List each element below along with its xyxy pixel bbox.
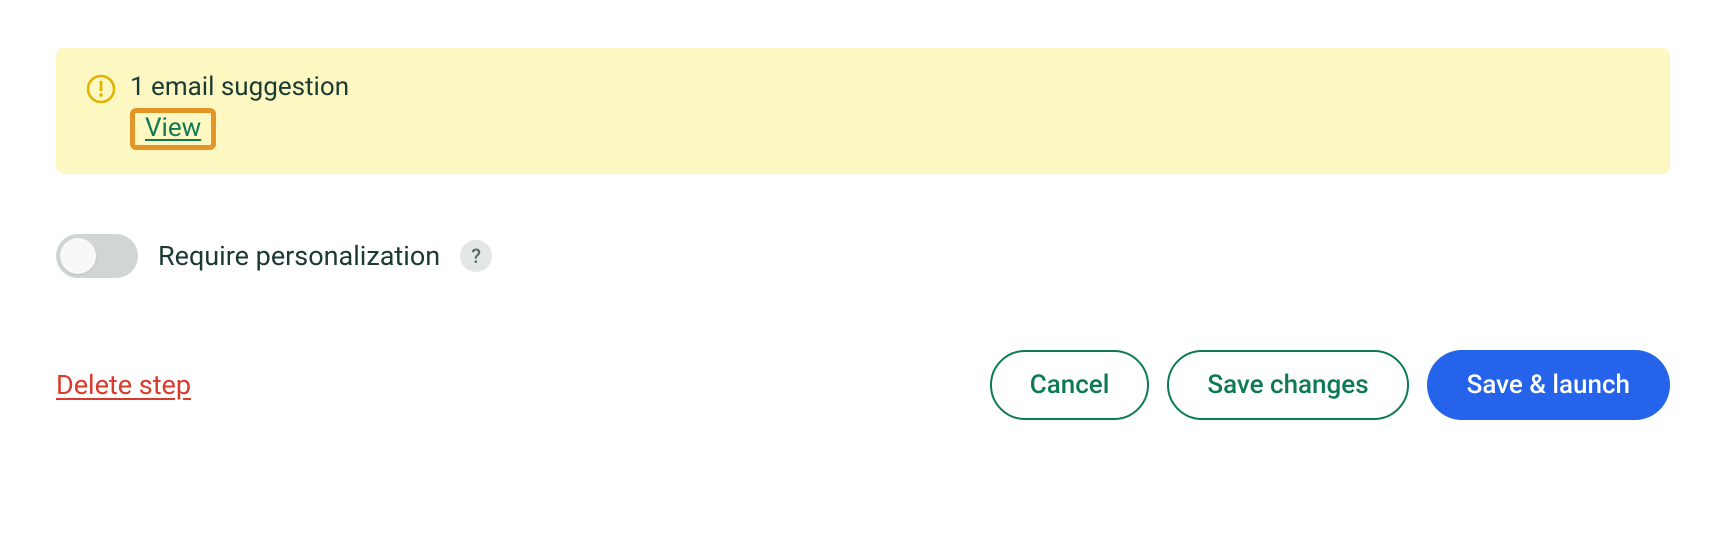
- save-and-launch-button[interactable]: Save & launch: [1427, 350, 1670, 420]
- alert-body: 1 email suggestion View: [130, 72, 349, 150]
- view-suggestions-link[interactable]: View: [145, 113, 201, 143]
- cancel-button[interactable]: Cancel: [990, 350, 1150, 420]
- save-changes-button[interactable]: Save changes: [1167, 350, 1408, 420]
- require-personalization-toggle[interactable]: [56, 234, 138, 278]
- alert-icon: [86, 72, 116, 104]
- delete-step-link[interactable]: Delete step: [56, 369, 191, 401]
- email-suggestion-banner: 1 email suggestion View: [56, 48, 1670, 174]
- personalization-toggle-row: Require personalization ?: [56, 234, 1670, 278]
- step-editor-footer-panel: 1 email suggestion View Require personal…: [0, 0, 1726, 468]
- help-icon[interactable]: ?: [460, 240, 492, 272]
- footer-actions-row: Delete step Cancel Save changes Save & l…: [56, 350, 1670, 420]
- toggle-knob: [60, 238, 96, 274]
- alert-title: 1 email suggestion: [130, 72, 349, 102]
- toggle-label: Require personalization: [158, 240, 440, 272]
- button-group: Cancel Save changes Save & launch: [990, 350, 1670, 420]
- view-link-highlight: View: [130, 108, 216, 150]
